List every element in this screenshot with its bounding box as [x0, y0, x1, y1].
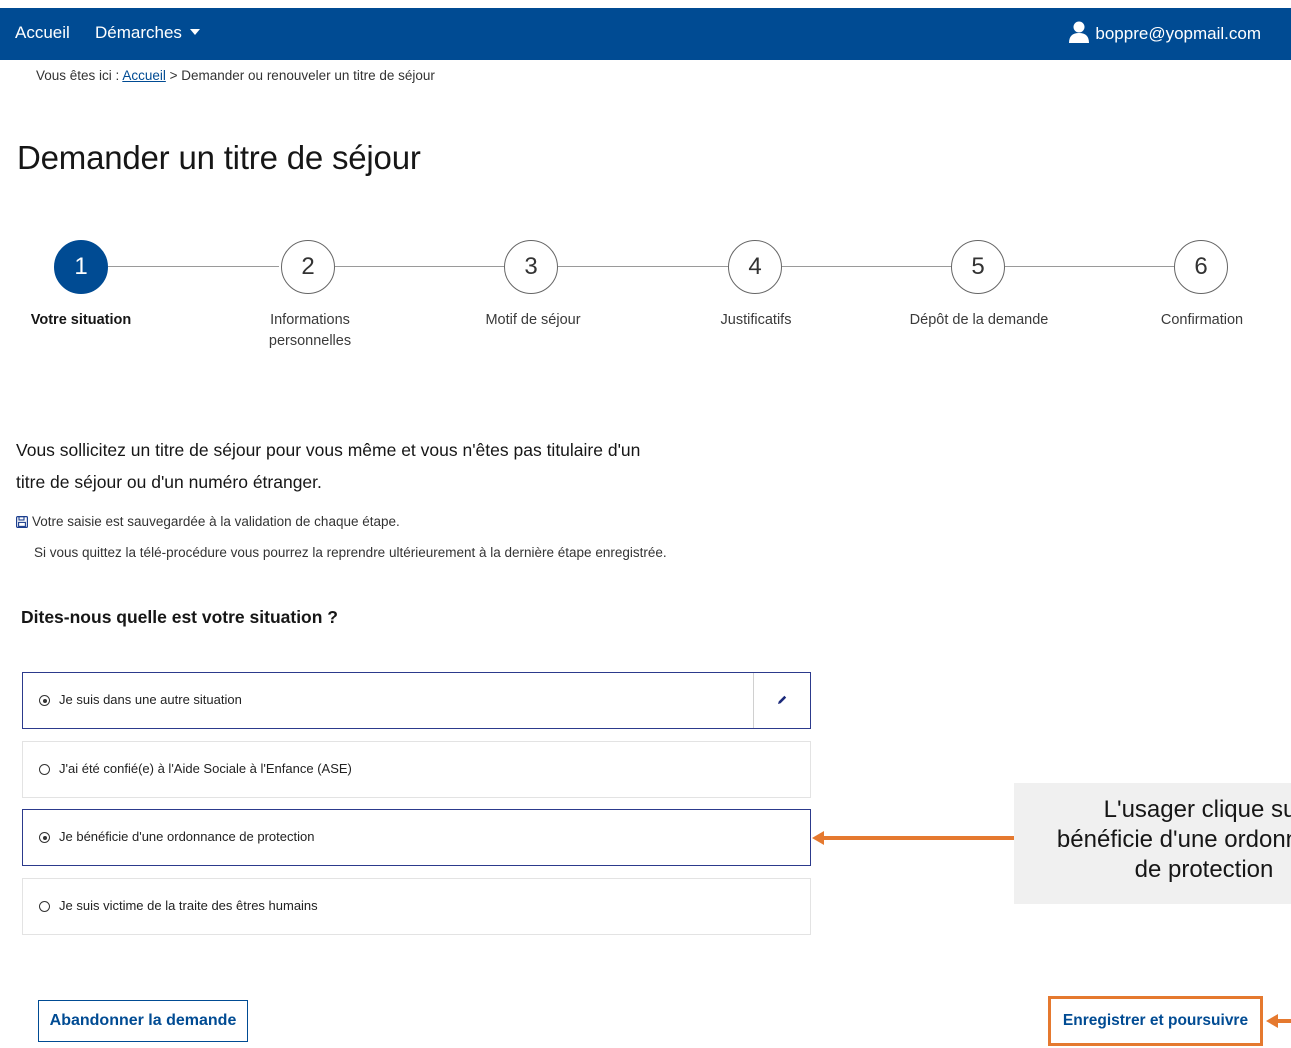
option-label: J'ai été confié(e) à l'Aide Sociale à l'…: [59, 761, 352, 776]
radio-button[interactable]: [39, 764, 50, 775]
step-4-label: Justificatifs: [720, 312, 792, 328]
user-icon: [1069, 21, 1090, 43]
floppy-disk-icon: [16, 516, 29, 529]
radio-button[interactable]: [39, 695, 50, 706]
user-email: boppre@yopmail.com: [1095, 24, 1261, 43]
step-4-circle: 4: [728, 240, 782, 294]
step-connector: [558, 266, 728, 267]
breadcrumb-home-link[interactable]: Accueil: [122, 68, 166, 83]
breadcrumb-prefix: Vous êtes ici :: [36, 68, 120, 83]
breadcrumb-separator: >: [169, 68, 178, 83]
pencil-icon: [778, 695, 787, 704]
nav-demarches-label: Démarches: [95, 23, 182, 42]
option-human-trafficking[interactable]: Je suis victime de la traite des êtres h…: [22, 878, 811, 935]
step-1-circle: 1: [54, 240, 108, 294]
annotation-highlight-frame: Enregistrer et poursuivre: [1048, 996, 1263, 1046]
annotation-line: L'usager clique sur: [1103, 796, 1291, 823]
option-protection-order[interactable]: Je bénéficie d'une ordonnance de protect…: [22, 809, 811, 866]
edit-button[interactable]: [753, 673, 810, 728]
breadcrumb: Vous êtes ici : Accueil > Demander ou re…: [36, 68, 435, 83]
step-connector: [335, 266, 504, 267]
nav-home-link[interactable]: Accueil: [15, 8, 70, 60]
abandon-button[interactable]: Abandonner la demande: [38, 1000, 248, 1042]
save-note-text: Votre saisie est sauvegardée à la valida…: [32, 514, 400, 529]
save-and-continue-button[interactable]: Enregistrer et poursuivre: [1051, 999, 1260, 1043]
step-2-circle: 2: [281, 240, 335, 294]
radio-button[interactable]: [39, 901, 50, 912]
step-connector: [782, 266, 951, 267]
progress-stepper: 1 2 3 4 5 6 Votre situation Informations…: [0, 238, 1291, 358]
save-note: Votre saisie est sauvegardée à la valida…: [16, 514, 400, 529]
option-ase[interactable]: J'ai été confié(e) à l'Aide Sociale à l'…: [22, 741, 811, 798]
option-label: Je suis dans une autre situation: [59, 692, 242, 707]
step-1-label: Votre situation: [30, 312, 132, 328]
option-label: Je suis victime de la traite des êtres h…: [59, 898, 318, 913]
annotation-line: bénéficie d'une ordonnance: [1056, 826, 1291, 853]
step-2-label: Informations personnelles: [268, 312, 352, 349]
nav-demarches-menu[interactable]: Démarches: [95, 8, 200, 60]
situation-question: Dites-nous quelle est votre situation ?: [21, 607, 338, 627]
caret-down-icon: [189, 29, 200, 35]
breadcrumb-current: Demander ou renouveler un titre de séjou…: [181, 68, 435, 83]
step-6-circle: 6: [1174, 240, 1228, 294]
user-account-menu[interactable]: boppre@yopmail.com: [1069, 8, 1261, 60]
annotation-callout: L'usager clique sur bénéficie d'une ordo…: [1014, 783, 1291, 904]
top-navigation-bar: Accueil Démarches boppre@yopmail.com: [0, 8, 1291, 60]
step-connector: [108, 266, 279, 267]
step-connector: [1005, 266, 1174, 267]
radio-button[interactable]: [39, 832, 50, 843]
option-other-situation[interactable]: Je suis dans une autre situation: [22, 672, 811, 729]
resume-note: Si vous quittez la télé-procédure vous p…: [34, 545, 667, 560]
page-title: Demander un titre de séjour: [17, 139, 421, 176]
annotation-arrow-line: [822, 836, 1014, 840]
intro-text: Vous sollicitez un titre de séjour pour …: [16, 440, 641, 492]
step-3-label: Motif de séjour: [485, 312, 581, 328]
annotation-line: de protection: [1134, 856, 1274, 883]
annotation-arrow-line: [1276, 1019, 1291, 1023]
step-3-circle: 3: [504, 240, 558, 294]
option-label: Je bénéficie d'une ordonnance de protect…: [59, 829, 315, 844]
step-5-label: Dépôt de la demande: [909, 312, 1049, 328]
step-6-label: Confirmation: [1160, 312, 1244, 328]
step-5-circle: 5: [951, 240, 1005, 294]
annotation-text: L'usager clique sur bénéficie d'une ordo…: [1014, 795, 1291, 885]
